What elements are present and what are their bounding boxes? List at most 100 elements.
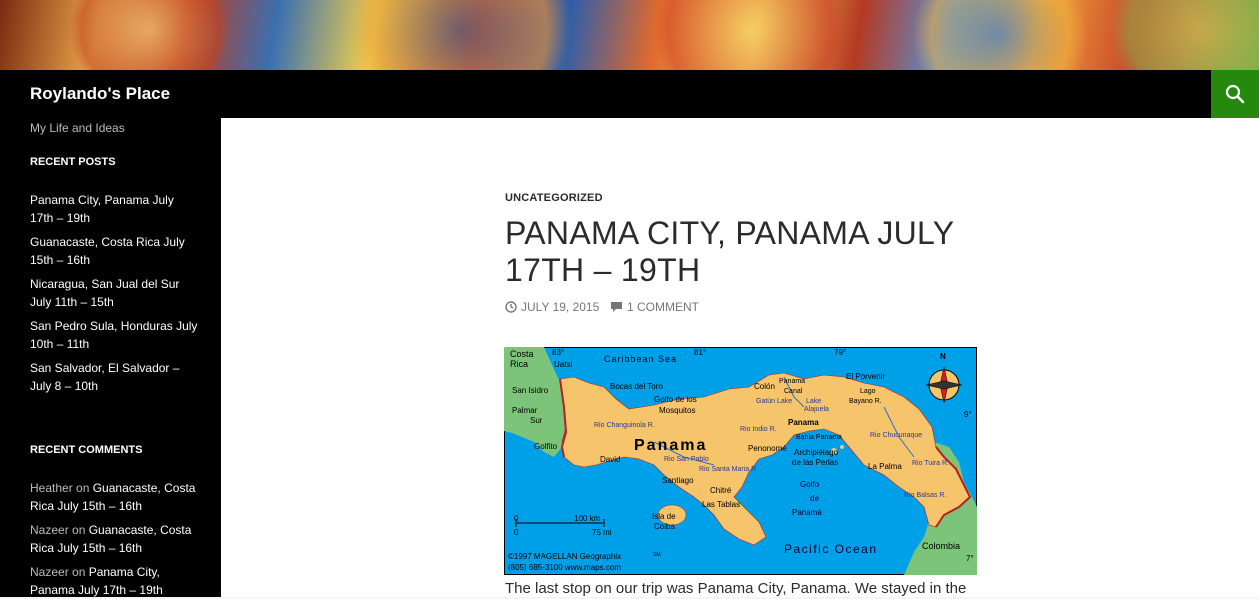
top-navigation-bar — [0, 70, 1259, 118]
map-credit: (805) 685-3100 www.maps.com — [508, 563, 621, 572]
comment-post-link[interactable]: Panama City, — [89, 565, 160, 579]
comment-on: on — [72, 481, 93, 495]
recent-post-line: July 11th – 15th — [30, 295, 114, 309]
perlas-island — [840, 445, 844, 449]
recent-post-link[interactable]: San Pedro Sula, Honduras July 10th – 11t… — [30, 317, 205, 353]
map-label: Rio Tuira R. — [912, 460, 949, 467]
comment-author: Nazeer — [30, 565, 69, 579]
comment-on: on — [68, 565, 89, 579]
map-label: Rio Changuinola R. — [594, 422, 655, 429]
map-label: Panamá — [792, 508, 822, 517]
post-date-link[interactable]: JULY 19, 2015 — [505, 300, 599, 314]
site-title[interactable]: Roylando's Place — [30, 84, 170, 104]
map-label: 0 — [514, 528, 519, 537]
map-label: Santiago — [662, 476, 694, 485]
recent-post-line: July 8 – 10th — [30, 379, 99, 393]
recent-post-line: San Salvador, El Salvador – — [30, 361, 180, 375]
map-label: 9° — [964, 410, 972, 419]
map-label: 100 km — [574, 514, 601, 523]
map-label: N — [940, 352, 946, 361]
post-category-link[interactable]: UNCATEGORIZED — [505, 192, 603, 204]
search-button[interactable] — [1211, 70, 1259, 118]
map-label: Colombia — [922, 541, 960, 551]
recent-post-line: Nicaragua, San Jual del Sur — [30, 277, 180, 291]
map-label: Archipiélago — [794, 448, 839, 457]
recent-comment: Nazeer on Guanacaste, Costa Rica July 15… — [30, 521, 205, 557]
recent-post-line: 10th – 11th — [30, 337, 90, 351]
map-label: 75 mi — [592, 528, 612, 537]
recent-posts-heading: RECENT POSTS — [30, 156, 116, 168]
recent-post-line: Guanacaste, Costa Rica July — [30, 235, 185, 249]
recent-post-line: Panama City, Panama July — [30, 193, 174, 207]
map-label: Rio Balsas R. — [904, 492, 946, 499]
map-label: Rio Chucunaque — [870, 432, 922, 439]
map-label: Uatsi — [554, 360, 572, 369]
map-label: Palmar — [512, 406, 538, 415]
recent-post-link[interactable]: Panama City, Panama July 17th – 19th — [30, 191, 205, 227]
recent-comment: Nazeer on Panama City, Panama July 17th … — [30, 563, 205, 599]
post-comments-link[interactable]: 1 COMMENT — [610, 300, 699, 314]
comment-post-link[interactable]: Guanacaste, Costa — [93, 481, 196, 495]
post-title: PANAMA CITY, PANAMA JULY 17TH – 19TH — [505, 215, 954, 288]
map-label: 0 — [514, 514, 519, 523]
map-label: Las Tablas — [702, 500, 740, 509]
map-label: Golfo — [800, 480, 820, 489]
map-label: Pacific Ocean — [784, 542, 878, 556]
map-label: La Palma — [868, 462, 902, 471]
comment-post-link[interactable]: Guanacaste, Costa — [89, 523, 192, 537]
search-icon — [1225, 84, 1245, 104]
map-label: Lake — [806, 398, 821, 405]
map-label: Sur — [530, 416, 543, 425]
map-label: Penonomé — [748, 444, 787, 453]
map-label: Caribbean Sea — [604, 354, 677, 364]
recent-post-link[interactable]: San Salvador, El Salvador – July 8 – 10t… — [30, 359, 205, 395]
map-label: Isla de — [652, 512, 676, 521]
recent-post-link[interactable]: Nicaragua, San Jual del Sur July 11th – … — [30, 275, 205, 311]
map-label: 7° — [966, 554, 974, 563]
map-label: Golfito — [534, 442, 558, 451]
map-label: Canal — [784, 388, 803, 395]
comment-author: Nazeer — [30, 523, 69, 537]
comment-post-link[interactable]: Panama July 17th – 19th — [30, 581, 205, 599]
map-label: 83° — [552, 348, 564, 357]
map-label: Chitré — [710, 486, 732, 495]
map-label: El Porvenir — [846, 372, 885, 381]
map-label: Rica — [510, 359, 528, 369]
map-label: Rio Santa Maria R. — [699, 466, 758, 473]
map-label: de las Perlas — [792, 458, 838, 467]
post-date: JULY 19, 2015 — [521, 300, 600, 314]
map-label: Panama — [779, 378, 805, 385]
comment-author: Heather — [30, 481, 73, 495]
map-label: 79° — [834, 348, 846, 357]
recent-post-line: 15th – 16th — [30, 253, 91, 267]
map-label: de — [810, 494, 819, 503]
recent-comments-heading: RECENT COMMENTS — [30, 444, 143, 456]
site-tagline: My Life and Ideas — [30, 121, 125, 135]
map-label: Gatún Lake — [756, 398, 792, 405]
comment-post-link[interactable]: Rica July 15th – 16th — [30, 497, 205, 515]
map-label: Lago — [860, 388, 876, 395]
map-label: Bocas del Toro — [610, 382, 663, 391]
recent-post-line: San Pedro Sula, Honduras July — [30, 319, 198, 333]
recent-post-link[interactable]: Guanacaste, Costa Rica July 15th – 16th — [30, 233, 205, 269]
map-label: Panama — [634, 437, 707, 454]
map-label: Mosquitos — [659, 406, 695, 415]
map-label: Rio San Pablo — [664, 456, 709, 463]
map-label: David — [600, 455, 620, 464]
map-label: Golfo de los — [654, 395, 697, 404]
map-label: San Isidro — [512, 386, 549, 395]
map-label: Rio Indio R. — [740, 426, 777, 433]
post-body-text: The last stop on our trip was Panama Cit… — [505, 580, 967, 597]
comment-on: on — [68, 523, 89, 537]
post-comments-count: 1 COMMENT — [627, 300, 699, 314]
map-label: Bayano R. — [849, 398, 882, 405]
panama-map-image: Costa Rica 83° Uatsi Caribbean Sea 81° 7… — [504, 347, 977, 575]
clock-icon — [505, 301, 517, 313]
recent-post-line: 17th – 19th — [30, 211, 91, 225]
header-banner-image — [0, 0, 1259, 70]
comment-post-link[interactable]: Rica July 15th – 16th — [30, 539, 205, 557]
map-label: Panama — [788, 418, 819, 427]
map-label: Colón — [754, 382, 775, 391]
map-label: Alajuela — [804, 406, 829, 413]
map-credit: SM — [653, 552, 661, 558]
